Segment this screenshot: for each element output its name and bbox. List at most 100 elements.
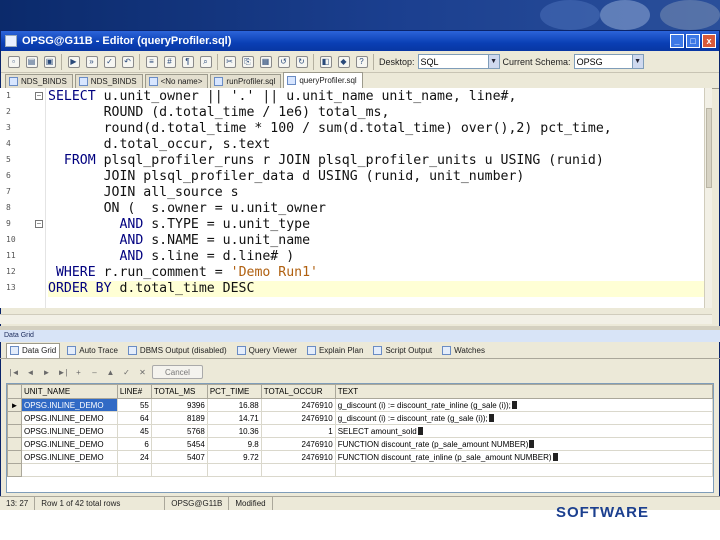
editor-horizontal-scrollbar[interactable]: [0, 314, 712, 324]
fold-toggle-icon[interactable]: –: [35, 220, 43, 228]
cut-icon[interactable]: ✂: [221, 54, 238, 70]
fold-toggle-icon[interactable]: –: [35, 92, 43, 100]
cell-unit-name[interactable]: OPSG.INLINE_DEMO: [20, 411, 118, 425]
cell-total-occur[interactable]: 1: [260, 424, 336, 438]
window-title-bar[interactable]: OPSG@G11B - Editor (queryProfiler.sql) _…: [1, 31, 719, 51]
cell-text[interactable]: SELECT amount_sold: [334, 424, 713, 438]
column-header-total-ms[interactable]: TOTAL_MS: [150, 384, 208, 399]
desktop-select[interactable]: SQL ▼: [417, 54, 500, 69]
copy-icon[interactable]: ⎘: [239, 54, 256, 70]
cell-total-ms[interactable]: 5407: [150, 450, 208, 464]
cell-total-occur[interactable]: 2476910: [260, 450, 336, 464]
code-line[interactable]: AND s.TYPE = u.unit_type: [48, 217, 710, 233]
execute-icon[interactable]: ▶: [65, 54, 82, 70]
cell-unit-name[interactable]: [20, 463, 118, 477]
code-line[interactable]: round(d.total_time * 100 / sum(d.total_t…: [48, 121, 710, 137]
commit-icon[interactable]: ✓: [101, 54, 118, 70]
cell-total-ms[interactable]: 8189: [150, 411, 208, 425]
cell-text[interactable]: [334, 463, 713, 477]
chevron-down-icon[interactable]: ▼: [487, 55, 499, 68]
column-header-text[interactable]: TEXT: [334, 384, 713, 399]
undo-icon[interactable]: ↺: [275, 54, 292, 70]
bookmark-icon[interactable]: ◆: [335, 54, 352, 70]
cell-total-ms[interactable]: [150, 463, 208, 477]
save-icon[interactable]: ▣: [41, 54, 58, 70]
last-record-icon[interactable]: ►|: [56, 366, 69, 379]
edit-record-icon[interactable]: ▲: [104, 366, 117, 379]
code-line[interactable]: SELECT u.unit_owner || '.' || u.unit_nam…: [48, 89, 710, 105]
tab-query-viewer[interactable]: Query Viewer: [234, 343, 300, 358]
delete-record-icon[interactable]: –: [88, 366, 101, 379]
sql-editor[interactable]: 1 2 3 4 5 6 7 8 9 10 11 12 13 – – SELECT…: [0, 88, 712, 308]
schema-select[interactable]: OPSG ▼: [573, 54, 644, 69]
minimize-button[interactable]: _: [670, 34, 684, 48]
cell-text[interactable]: g_discount (i) := discount_rate_inline (…: [334, 398, 713, 412]
code-line[interactable]: JOIN plsql_profiler_data d USING (runid,…: [48, 169, 710, 185]
chevron-down-icon[interactable]: ▼: [631, 55, 643, 68]
table-row[interactable]: ► OPSG.INLINE_DEMO 55 9396 16.88 2476910 g_dis…: [7, 398, 713, 412]
code-line[interactable]: FROM plsql_profiler_runs r JOIN plsql_pr…: [48, 153, 710, 169]
cell-unit-name[interactable]: OPSG.INLINE_DEMO: [20, 398, 118, 412]
column-header-line[interactable]: LINE#: [116, 384, 152, 399]
editor-vertical-scrollbar[interactable]: [704, 88, 712, 308]
previous-record-icon[interactable]: ◄: [24, 366, 37, 379]
uncomment-icon[interactable]: ¶: [179, 54, 196, 70]
first-record-icon[interactable]: |◄: [8, 366, 21, 379]
code-line[interactable]: WHERE r.run_comment = 'Demo Run1': [48, 265, 710, 281]
column-header-total-occur[interactable]: TOTAL_OCCUR: [260, 384, 336, 399]
table-row[interactable]: OPSG.INLINE_DEMO 6 5454 9.8 2476910 FUNCTION …: [7, 437, 713, 451]
cell-pct-time[interactable]: [206, 463, 262, 477]
rollback-icon[interactable]: ↶: [119, 54, 136, 70]
tab-script-output[interactable]: Script Output: [370, 343, 435, 358]
cell-text[interactable]: g_discount (i) := discount_rate (g_sale …: [334, 411, 713, 425]
paste-icon[interactable]: ▦: [257, 54, 274, 70]
code-line[interactable]: ROUND (d.total_time / 1e6) total_ms,: [48, 105, 710, 121]
tab-dbms-output[interactable]: DBMS Output (disabled): [125, 343, 230, 358]
cell-pct-time[interactable]: 9.8: [206, 437, 262, 451]
table-row[interactable]: OPSG.INLINE_DEMO 45 5768 10.36 1 SELECT amoun…: [7, 424, 713, 438]
comment-icon[interactable]: #: [161, 54, 178, 70]
insert-record-icon[interactable]: +: [72, 366, 85, 379]
post-record-icon[interactable]: ✓: [120, 366, 133, 379]
results-grid[interactable]: UNIT_NAME LINE# TOTAL_MS PCT_TIME TOTAL_…: [6, 383, 714, 493]
table-row[interactable]: [7, 463, 713, 477]
cell-total-ms[interactable]: 9396: [150, 398, 208, 412]
code-line[interactable]: AND s.line = d.line# ): [48, 249, 710, 265]
cell-line[interactable]: 64: [116, 411, 152, 425]
format-icon[interactable]: ≡: [143, 54, 160, 70]
open-file-icon[interactable]: ▤: [23, 54, 40, 70]
cancel-edit-icon[interactable]: ✕: [136, 366, 149, 379]
redo-icon[interactable]: ↻: [293, 54, 310, 70]
cell-pct-time[interactable]: 9.72: [206, 450, 262, 464]
cell-total-occur[interactable]: [260, 463, 336, 477]
cell-unit-name[interactable]: OPSG.INLINE_DEMO: [20, 450, 118, 464]
code-line[interactable]: ORDER BY d.total_time DESC: [48, 281, 710, 297]
tab-nds-binds-2[interactable]: NDS_BINDS: [74, 74, 143, 88]
cell-line[interactable]: 24: [116, 450, 152, 464]
code-line[interactable]: ON ( s.owner = u.unit_owner: [48, 201, 710, 217]
code-line[interactable]: AND s.NAME = u.unit_name: [48, 233, 710, 249]
tab-watches[interactable]: Watches: [439, 343, 488, 358]
cell-pct-time[interactable]: 16.88: [206, 398, 262, 412]
table-row[interactable]: OPSG.INLINE_DEMO 24 5407 9.72 2476910 FUNCTIO…: [7, 450, 713, 464]
tab-nds-binds-1[interactable]: NDS_BINDS: [5, 74, 73, 88]
tab-queryprofiler[interactable]: queryProfiler.sql: [283, 72, 363, 88]
describe-icon[interactable]: ◧: [317, 54, 334, 70]
tab-runprofiler[interactable]: runProfiler.sql: [210, 74, 282, 88]
cell-line[interactable]: 45: [116, 424, 152, 438]
tab-auto-trace[interactable]: Auto Trace: [64, 343, 121, 358]
cell-line[interactable]: [116, 463, 152, 477]
code-line[interactable]: d.total_occur, s.text: [48, 137, 710, 153]
tab-explain-plan[interactable]: Explain Plan: [304, 343, 366, 358]
column-header-pct-time[interactable]: PCT_TIME: [206, 384, 262, 399]
cell-total-occur[interactable]: 2476910: [260, 411, 336, 425]
cell-unit-name[interactable]: OPSG.INLINE_DEMO: [20, 437, 118, 451]
cell-line[interactable]: 55: [116, 398, 152, 412]
cancel-button[interactable]: Cancel: [152, 365, 203, 379]
table-row[interactable]: OPSG.INLINE_DEMO 64 8189 14.71 2476910 g_disc…: [7, 411, 713, 425]
execute-script-icon[interactable]: »: [83, 54, 100, 70]
code-line[interactable]: JOIN all_source s: [48, 185, 710, 201]
cell-pct-time[interactable]: 10.36: [206, 424, 262, 438]
column-header-unit-name[interactable]: UNIT_NAME: [20, 384, 118, 399]
maximize-button[interactable]: □: [686, 34, 700, 48]
